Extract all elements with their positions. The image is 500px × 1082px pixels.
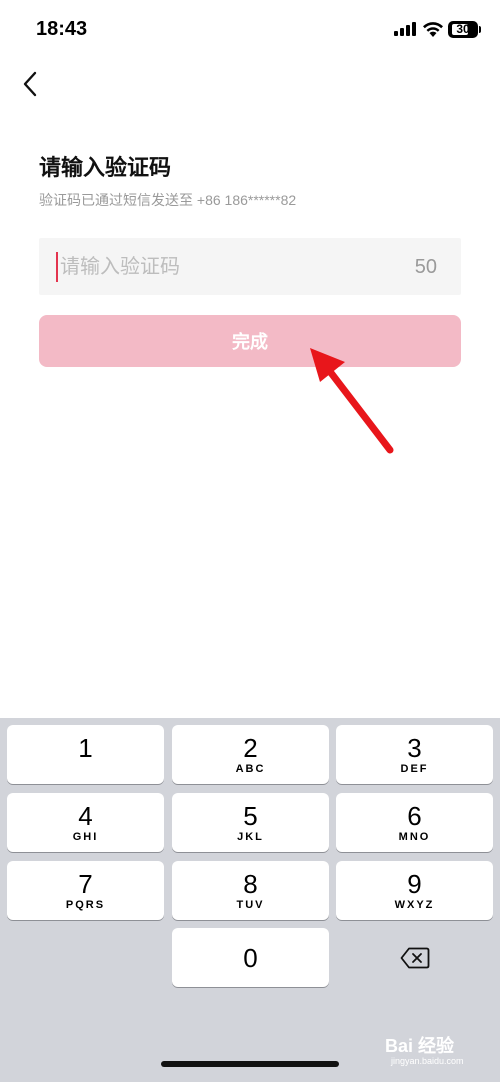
chevron-left-icon: [23, 71, 37, 97]
key-3[interactable]: 3 DEF: [336, 725, 493, 784]
battery-cap: [479, 26, 481, 33]
key-letters: WXYZ: [394, 898, 435, 911]
key-digit: 1: [78, 732, 93, 763]
wifi-icon: [423, 22, 443, 37]
key-digit: 7: [78, 868, 93, 899]
home-indicator[interactable]: [161, 1061, 339, 1067]
key-digit: 4: [78, 800, 93, 831]
back-button[interactable]: [14, 66, 46, 102]
key-digit: 2: [243, 732, 258, 763]
key-0[interactable]: 0: [172, 928, 329, 987]
key-7[interactable]: 7 PQRS: [7, 861, 164, 920]
baidu-jingyan-watermark: Bai 经验 jingyan.baidu.com: [385, 1030, 495, 1070]
key-letters: ABC: [235, 762, 266, 775]
key-letters: TUV: [236, 898, 265, 911]
page-title: 请输入验证码: [39, 155, 172, 180]
key-8[interactable]: 8 TUV: [172, 861, 329, 920]
delete-key[interactable]: [336, 928, 493, 987]
key-6[interactable]: 6 MNO: [336, 793, 493, 852]
key-digit: 6: [407, 800, 422, 831]
key-digit: 0: [243, 942, 258, 973]
key-9[interactable]: 9 WXYZ: [336, 861, 493, 920]
page-subtitle: 验证码已通过短信发送至 +86 186******82: [39, 192, 297, 208]
key-letters: GHI: [72, 830, 99, 843]
backspace-icon: [400, 947, 429, 968]
watermark-site: jingyan.baidu.com: [391, 1056, 464, 1066]
verification-code-field[interactable]: 50: [39, 238, 461, 297]
battery-level: 30: [456, 22, 470, 36]
key-letters: MNO: [398, 830, 431, 843]
status-time: 18:43: [36, 18, 88, 40]
key-digit: 5: [243, 800, 258, 831]
key-letters: JKL: [237, 830, 264, 843]
battery-icon: 30: [448, 21, 478, 38]
resend-countdown[interactable]: 50: [415, 256, 437, 279]
cellular-signal-icon: [394, 22, 416, 36]
status-bar: 18:43 30: [0, 0, 500, 60]
key-letters: DEF: [400, 762, 429, 775]
numeric-keypad: 1 2 ABC 3 DEF 4 GHI 5 JKL 6 MNO 7 PQRS 8…: [0, 718, 500, 1082]
key-digit: 8: [243, 868, 258, 899]
key-digit: 9: [407, 868, 422, 899]
red-arrow-annotation: [310, 348, 394, 454]
key-2[interactable]: 2 ABC: [172, 725, 329, 784]
key-4[interactable]: 4 GHI: [7, 793, 164, 852]
key-letters: PQRS: [65, 898, 106, 911]
verification-code-input[interactable]: [58, 238, 382, 297]
key-1[interactable]: 1: [7, 725, 164, 784]
key-digit: 3: [407, 732, 422, 763]
watermark-brand: Bai 经验: [385, 1036, 455, 1056]
key-5[interactable]: 5 JKL: [172, 793, 329, 852]
